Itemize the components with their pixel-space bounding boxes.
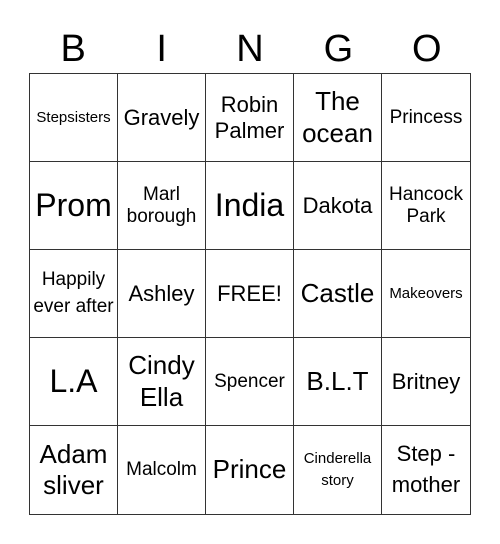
header-letter-g: G [323,28,354,70]
bingo-cell[interactable]: Adam sliver [30,426,118,514]
bingo-cell[interactable]: Princess [382,74,470,162]
bingo-cell[interactable]: India [206,162,294,250]
header-letter-b: B [60,28,86,70]
header-letter-i: I [156,28,167,70]
bingo-cell[interactable]: Stepsisters [30,74,118,162]
bingo-cell[interactable]: Castle [294,250,382,338]
bingo-cell[interactable]: B.L.T [294,338,382,426]
bingo-header: B I N G O [29,26,471,72]
bingo-cell[interactable]: Ashley [118,250,206,338]
bingo-cell[interactable]: Cindy Ella [118,338,206,426]
bingo-cell[interactable]: The ocean [294,74,382,162]
bingo-cell[interactable]: Step - mother [382,426,470,514]
header-letter-n: N [236,28,264,70]
bingo-cell[interactable]: Spencer [206,338,294,426]
bingo-cell[interactable]: Prom [30,162,118,250]
bingo-cell[interactable]: Malcolm [118,426,206,514]
bingo-grid: Stepsisters Gravely Robin Palmer The oce… [29,73,471,515]
bingo-cell[interactable]: Cinderella story [294,426,382,514]
bingo-cell[interactable]: L.A [30,338,118,426]
bingo-cell[interactable]: Prince [206,426,294,514]
header-letter-o: O [412,28,442,70]
bingo-cell[interactable]: Marl borough [118,162,206,250]
bingo-cell[interactable]: Dakota [294,162,382,250]
bingo-cell[interactable]: Hancock Park [382,162,470,250]
bingo-cell[interactable]: Happily ever after [30,250,118,338]
bingo-cell[interactable]: Makeovers [382,250,470,338]
bingo-cell[interactable]: Robin Palmer [206,74,294,162]
bingo-cell[interactable]: Gravely [118,74,206,162]
bingo-cell[interactable]: Britney [382,338,470,426]
free-space[interactable]: FREE! [206,250,294,338]
